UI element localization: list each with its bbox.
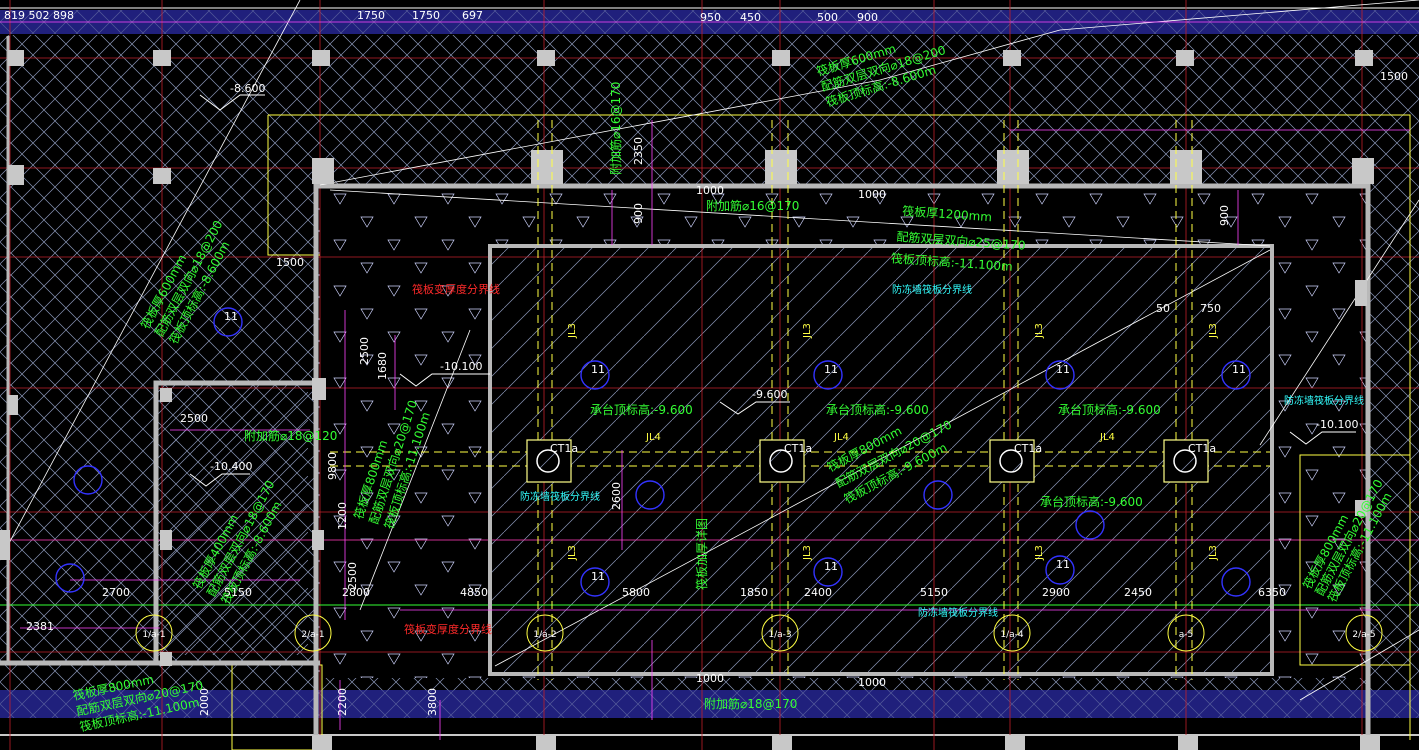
- axis-marker-2: 1/a-2: [533, 630, 556, 640]
- misc-dim-18: 1200: [336, 502, 349, 530]
- dim-top-6: 500: [817, 11, 838, 24]
- bottom-dim-0: 2700: [102, 586, 130, 599]
- bottom-dim-9: 2450: [1124, 586, 1152, 599]
- bottom-dim-11: 2381: [26, 620, 54, 633]
- misc-dim-11: 750: [1200, 302, 1221, 315]
- cap-elev-1: 承台顶标高:-9.600: [826, 402, 929, 417]
- beam-label-5: JL3: [802, 545, 813, 561]
- beam-label-8: JL4: [645, 432, 661, 443]
- misc-dim-14: 1000: [858, 676, 886, 689]
- circle-tag-6: 11: [1056, 558, 1070, 571]
- beam-label-4: JL3: [567, 545, 578, 561]
- misc-dim-12: 50: [1156, 302, 1170, 315]
- misc-dim-1: 2500: [180, 412, 208, 425]
- misc-dim-10: 2350: [632, 137, 645, 165]
- circle-tag-4: 11: [591, 570, 605, 583]
- cap-elev-2: 承台顶标高:-9.600: [1058, 402, 1161, 417]
- beam-label-2: JL3: [1034, 323, 1045, 339]
- bottom-dim-7: 5150: [920, 586, 948, 599]
- red-label-0: 筏板变厚度分界线: [412, 282, 500, 296]
- elev-1: -10.100: [440, 360, 482, 373]
- cyan-label-3: 防冻墙筏板分界线: [1284, 394, 1364, 407]
- circle-tag-5: 11: [824, 560, 838, 573]
- misc-dim-9: 900: [1218, 205, 1231, 226]
- bottom-dim-5: 1850: [740, 586, 768, 599]
- dim-top-8: 1500: [1380, 70, 1408, 83]
- beam-label-10: JL4: [1099, 432, 1115, 443]
- circle-tag-3: 11: [1232, 363, 1246, 376]
- dim-top-1: 1750: [357, 9, 385, 22]
- dim-top-4: 950: [700, 11, 721, 24]
- misc-dim-16: 2000: [198, 688, 211, 716]
- dim-top-0: 819 502 898: [4, 9, 74, 22]
- circle-tag-7: 11: [224, 310, 238, 323]
- beam-label-1: JL3: [802, 323, 813, 339]
- misc-dim-5: 2600: [610, 482, 623, 510]
- bottom-dim-8: 2900: [1042, 586, 1070, 599]
- dim-top-7: 900: [857, 11, 878, 24]
- rebar-note-2: 附加筋⌀18@170: [704, 696, 797, 711]
- axis-marker-1: 2/a-1: [301, 630, 324, 640]
- cyan-label-0: 防冻墙筏板分界线: [892, 283, 972, 296]
- circle-tag-0: 11: [591, 363, 605, 376]
- misc-dim-3: 1680: [376, 352, 389, 380]
- cap-label-0: CT1a: [550, 442, 578, 455]
- misc-dim-4: 9800: [326, 452, 339, 480]
- dim-top-3: 697: [462, 9, 483, 22]
- bottom-dim-4: 5800: [622, 586, 650, 599]
- elev-4: -10.100: [1316, 418, 1358, 431]
- misc-dim-13: 1000: [696, 672, 724, 685]
- cad-drawing-canvas[interactable]: 819 502 898 1750 1750 697 950 450 500 90…: [0, 0, 1419, 750]
- cyan-label-2: 防冻墙筏板分界线: [918, 606, 998, 619]
- beam-label-6: JL3: [1034, 545, 1045, 561]
- cyan-label-1: 防冻墙筏板分界线: [520, 490, 600, 503]
- bottom-dim-10: 6350: [1258, 586, 1286, 599]
- misc-dim-19: 2500: [346, 562, 359, 590]
- cap-elev-3: 承台顶标高:-9.600: [1040, 494, 1143, 509]
- axis-marker-3: 1/a-3: [768, 630, 791, 640]
- beam-label-7: JL3: [1208, 545, 1219, 561]
- beam-label-9: JL4: [833, 432, 849, 443]
- misc-dim-15: 2200: [336, 688, 349, 716]
- misc-dim-8: 900: [632, 203, 645, 224]
- circle-tag-2: 11: [1056, 363, 1070, 376]
- axis-marker-5: a-5: [1179, 630, 1194, 640]
- beam-label-0: JL3: [567, 323, 578, 339]
- misc-dim-7: 1000: [858, 188, 886, 201]
- misc-dim-17: 3800: [426, 688, 439, 716]
- axis-marker-0: 1/a-1: [142, 630, 165, 640]
- dim-top-2: 1750: [412, 9, 440, 22]
- circle-tag-1: 11: [824, 363, 838, 376]
- cap-elev-0: 承台顶标高:-9.600: [590, 402, 693, 417]
- bottom-dim-3: 4850: [460, 586, 488, 599]
- rebar-note-3: 附加筋⌀16@170: [608, 82, 623, 175]
- red-label-1: 筏板变厚度分界线: [404, 622, 492, 636]
- rebar-note-4: 筏板加厚详图: [694, 518, 709, 590]
- cap-label-2: CT1a: [1014, 442, 1042, 455]
- axis-marker-4: 1/a-4: [1000, 630, 1024, 640]
- elev-0: -8.600: [230, 82, 265, 95]
- elev-2: -9.600: [752, 388, 787, 401]
- beam-label-3: JL3: [1208, 323, 1219, 339]
- bottom-dim-1: 5150: [224, 586, 252, 599]
- bottom-dim-6: 2400: [804, 586, 832, 599]
- rebar-note-1: 附加筋⌀18@120: [244, 428, 337, 443]
- dim-top-5: 450: [740, 11, 761, 24]
- cap-label-3: CT1a: [1188, 442, 1216, 455]
- axis-marker-6: 2/a-5: [1352, 630, 1375, 640]
- rebar-note-0: 附加筋⌀16@170: [706, 198, 799, 213]
- misc-dim-2: 2500: [358, 337, 371, 365]
- misc-dim-0: 1500: [276, 256, 304, 269]
- cap-label-1: CT1a: [784, 442, 812, 455]
- misc-dim-6: 1000: [696, 184, 724, 197]
- elev-3: -10.400: [210, 460, 252, 473]
